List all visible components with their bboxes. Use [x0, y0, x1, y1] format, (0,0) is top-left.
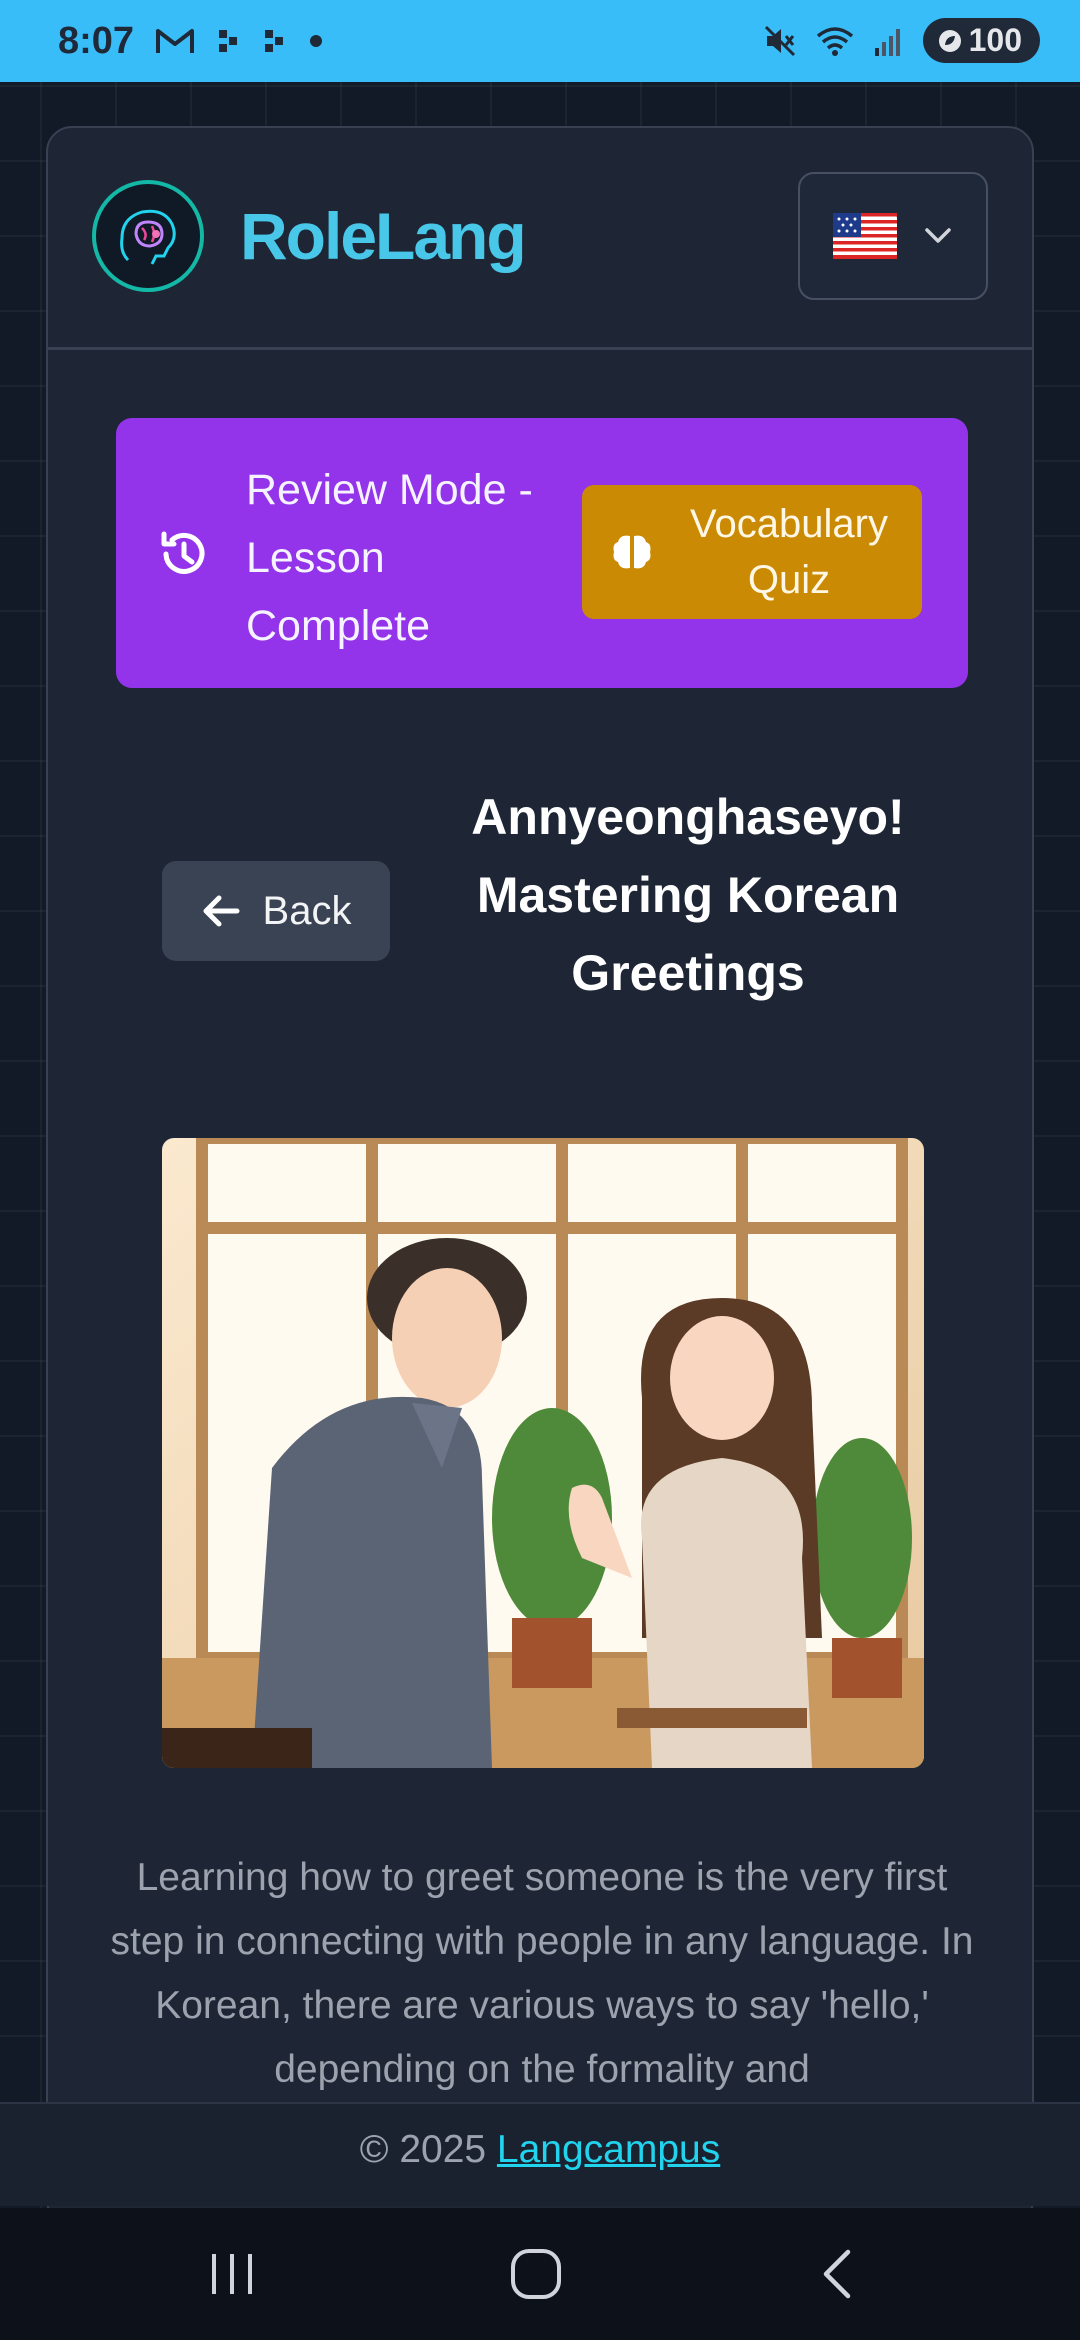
system-navigation-bar: [0, 2208, 1080, 2340]
review-mode-banner: Review Mode - Lesson Complete Vocabulary…: [116, 418, 968, 688]
rolelang-logo[interactable]: [92, 180, 204, 292]
home-icon[interactable]: [508, 2246, 564, 2302]
footer: © 2025 Langcampus: [0, 2102, 1080, 2206]
brand-name: RoleLang: [240, 199, 527, 273]
brain-head-logo-icon: [120, 209, 176, 265]
wifi-icon: [816, 26, 853, 56]
system-icons: 100: [763, 18, 1040, 63]
app-screen: 8:07 100 RoleLang Review Mode - Lesson C…: [0, 0, 1080, 2340]
mute-icon: [764, 25, 795, 56]
recent-apps-icon[interactable]: [208, 2246, 256, 2302]
brain-icon: [613, 535, 651, 569]
lesson-intro: Learning how to greet someone is the ver…: [110, 1856, 974, 2091]
back-nav-icon[interactable]: [816, 2246, 860, 2302]
app-header: RoleLang: [48, 128, 1032, 350]
chevron-down-icon: [925, 228, 951, 243]
notification-icons: [155, 26, 323, 56]
langcampus-link[interactable]: Langcampus: [497, 2128, 720, 2171]
lesson-card: RoleLang Review Mode - Lesson Complete V…: [46, 126, 1034, 2226]
arrow-left-icon: [203, 895, 240, 927]
copyright-text: © 2025: [359, 2128, 497, 2171]
battery-indicator: 100: [922, 18, 1040, 63]
history-icon: [161, 531, 205, 574]
gmail-icon: [156, 29, 194, 53]
app-notification-icon: [219, 30, 237, 52]
back-label: Back: [262, 888, 352, 933]
review-mode-label: Review Mode - Lesson Complete: [246, 466, 533, 650]
more-notifications-dot-icon: [310, 35, 322, 47]
battery-saver-icon: [938, 29, 961, 52]
greeting-scene-illustration: [162, 1138, 924, 1768]
status-bar: 8:07 100: [0, 0, 1080, 82]
signal-icon: [874, 28, 900, 56]
app-notification-icon: [265, 30, 283, 52]
lesson-illustration: [162, 1138, 924, 1768]
vocabulary-quiz-button[interactable]: Vocabulary Quiz: [582, 485, 922, 619]
status-time: 8:07: [58, 20, 135, 62]
us-flag-icon: [833, 213, 897, 259]
vocabulary-quiz-label: Vocabulary Quiz: [690, 502, 888, 602]
language-selector[interactable]: [798, 172, 988, 300]
lesson-title: Annyeonghaseyo! Mastering Korean Greetin…: [471, 789, 905, 1001]
back-button[interactable]: Back: [162, 861, 390, 961]
battery-level: 100: [968, 22, 1022, 58]
